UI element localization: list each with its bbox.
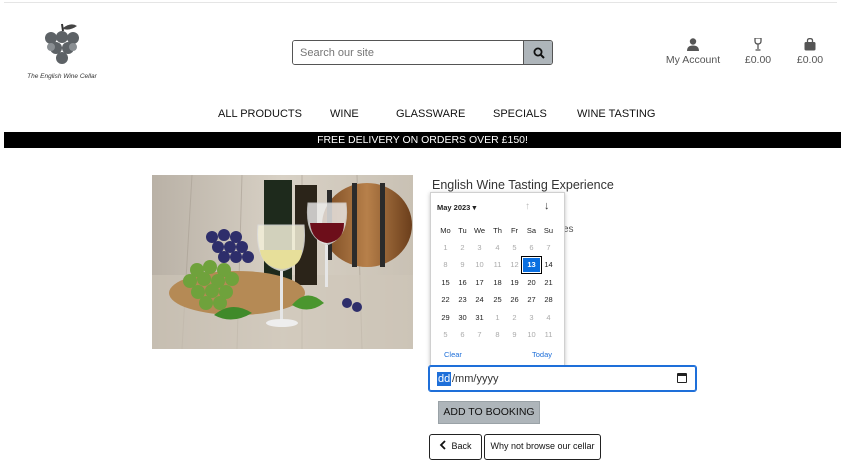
calendar-day[interactable]: 2	[454, 241, 471, 255]
calendar-day[interactable]: 6	[454, 328, 471, 342]
calendar-day[interactable]: 18	[489, 276, 506, 290]
calendar-day[interactable]: 29	[437, 311, 454, 325]
previous-month-arrow-icon[interactable]: ↑	[525, 201, 530, 212]
weekday-tu: Tu	[458, 226, 467, 235]
bag-total: £0.00	[796, 54, 824, 66]
calendar-day[interactable]: 11	[489, 258, 506, 272]
nav-wine-tasting[interactable]: WINE TASTING	[577, 108, 655, 120]
calendar-day[interactable]: 22	[437, 293, 454, 307]
nav-wine[interactable]: WINE	[330, 108, 359, 120]
calendar-day[interactable]: 8	[437, 258, 454, 272]
calendar-icon[interactable]	[677, 373, 687, 383]
shopping-bag-link[interactable]: £0.00	[791, 38, 829, 66]
nav-specials[interactable]: SPECIALS	[493, 108, 547, 120]
calendar-day[interactable]: 5	[506, 241, 523, 255]
search-input[interactable]	[293, 41, 523, 64]
calendar-day[interactable]: 20	[523, 276, 540, 290]
calendar-day[interactable]: 23	[454, 293, 471, 307]
calendar-day[interactable]: 4	[489, 241, 506, 255]
search-button[interactable]	[523, 41, 552, 64]
date-picker-popup: May 2023 ▾ ↑ ↓ Mo Tu We Th Fr Sa Su 1234…	[430, 192, 565, 366]
calendar-day[interactable]: 11	[540, 328, 557, 342]
user-icon	[687, 38, 699, 51]
weekday-sa: Sa	[526, 226, 537, 235]
calendar-day[interactable]: 25	[489, 293, 506, 307]
calendar-day[interactable]: 19	[506, 276, 523, 290]
calendar-day[interactable]: 21	[540, 276, 557, 290]
calendar-day[interactable]: 24	[471, 293, 488, 307]
product-image	[152, 175, 413, 349]
calendar-day[interactable]: 5	[437, 328, 454, 342]
calendar-day[interactable]: 1	[489, 311, 506, 325]
booking-date-input[interactable]: dd /mm/yyyy	[428, 365, 697, 392]
search-icon	[533, 47, 545, 59]
nav-glassware[interactable]: GLASSWARE	[396, 108, 465, 120]
today-button[interactable]: Today	[532, 350, 552, 359]
calendar-day[interactable]: 13	[521, 256, 542, 275]
calendar-day[interactable]: 28	[540, 293, 557, 307]
calendar-day[interactable]: 8	[489, 328, 506, 342]
logo-text: The English Wine Cellar	[27, 73, 97, 80]
site-logo[interactable]: The English Wine Cellar	[26, 22, 98, 84]
calendar-day[interactable]: 4	[540, 311, 557, 325]
date-month-year-segments[interactable]: /mm/yyyy	[452, 372, 498, 386]
calendar-day[interactable]: 14	[540, 258, 557, 272]
calendar-day[interactable]: 12	[506, 258, 523, 272]
calendar-day[interactable]: 10	[523, 328, 540, 342]
weekday-we: We	[473, 226, 486, 235]
search-bar	[292, 40, 553, 65]
calendar-day[interactable]: 1	[437, 241, 454, 255]
top-divider	[4, 2, 837, 3]
calendar-day[interactable]: 10	[471, 258, 488, 272]
calendar-day[interactable]: 3	[523, 311, 540, 325]
grapes-logo-icon	[45, 23, 79, 64]
calendar-day[interactable]: 3	[471, 241, 488, 255]
chevron-left-icon	[440, 440, 447, 450]
calendar-day[interactable]: 16	[454, 276, 471, 290]
calendar-day[interactable]: 7	[471, 328, 488, 342]
wishlist-total: £0.00	[744, 54, 772, 66]
calendar-day[interactable]: 9	[506, 328, 523, 342]
nav-all-products[interactable]: ALL PRODUCTS	[218, 108, 302, 120]
calendar-day[interactable]: 7	[540, 241, 557, 255]
calendar-day[interactable]: 30	[454, 311, 471, 325]
calendar-day[interactable]: 6	[523, 241, 540, 255]
product-title: English Wine Tasting Experience	[432, 178, 614, 192]
calendar-day[interactable]: 17	[471, 276, 488, 290]
back-button[interactable]: Back	[429, 434, 482, 460]
calendar-day[interactable]: 9	[454, 258, 471, 272]
browse-cellar-button[interactable]: Why not browse our cellar	[484, 434, 601, 460]
back-label: Back	[451, 441, 472, 451]
calendar-day[interactable]: 15	[437, 276, 454, 290]
my-account-label: My Account	[665, 54, 721, 66]
month-year-selector[interactable]: May 2023 ▾	[437, 203, 476, 212]
calendar-day[interactable]: 31	[471, 311, 488, 325]
weekday-su: Su	[543, 226, 554, 235]
date-day-segment[interactable]: dd	[437, 372, 452, 386]
weekday-fr: Fr	[510, 226, 519, 235]
main-nav: ALL PRODUCTS WINE GLASSWARE SPECIALS WIN…	[0, 108, 841, 122]
shopping-bag-icon	[804, 38, 816, 51]
wine-glass-icon	[754, 38, 762, 51]
next-month-arrow-icon[interactable]: ↓	[544, 200, 550, 212]
calendar-day[interactable]: 26	[506, 293, 523, 307]
wishlist-link[interactable]: £0.00	[740, 38, 776, 66]
weekday-th: Th	[493, 226, 502, 235]
calendar-day[interactable]: 27	[523, 293, 540, 307]
calendar-day[interactable]: 2	[506, 311, 523, 325]
my-account-link[interactable]: My Account	[660, 38, 726, 66]
clear-date-button[interactable]: Clear	[444, 350, 462, 359]
weekday-mo: Mo	[440, 226, 451, 235]
add-to-booking-button[interactable]: ADD TO BOOKING	[438, 401, 540, 424]
delivery-banner: FREE DELIVERY ON ORDERS OVER £150!	[4, 132, 841, 148]
